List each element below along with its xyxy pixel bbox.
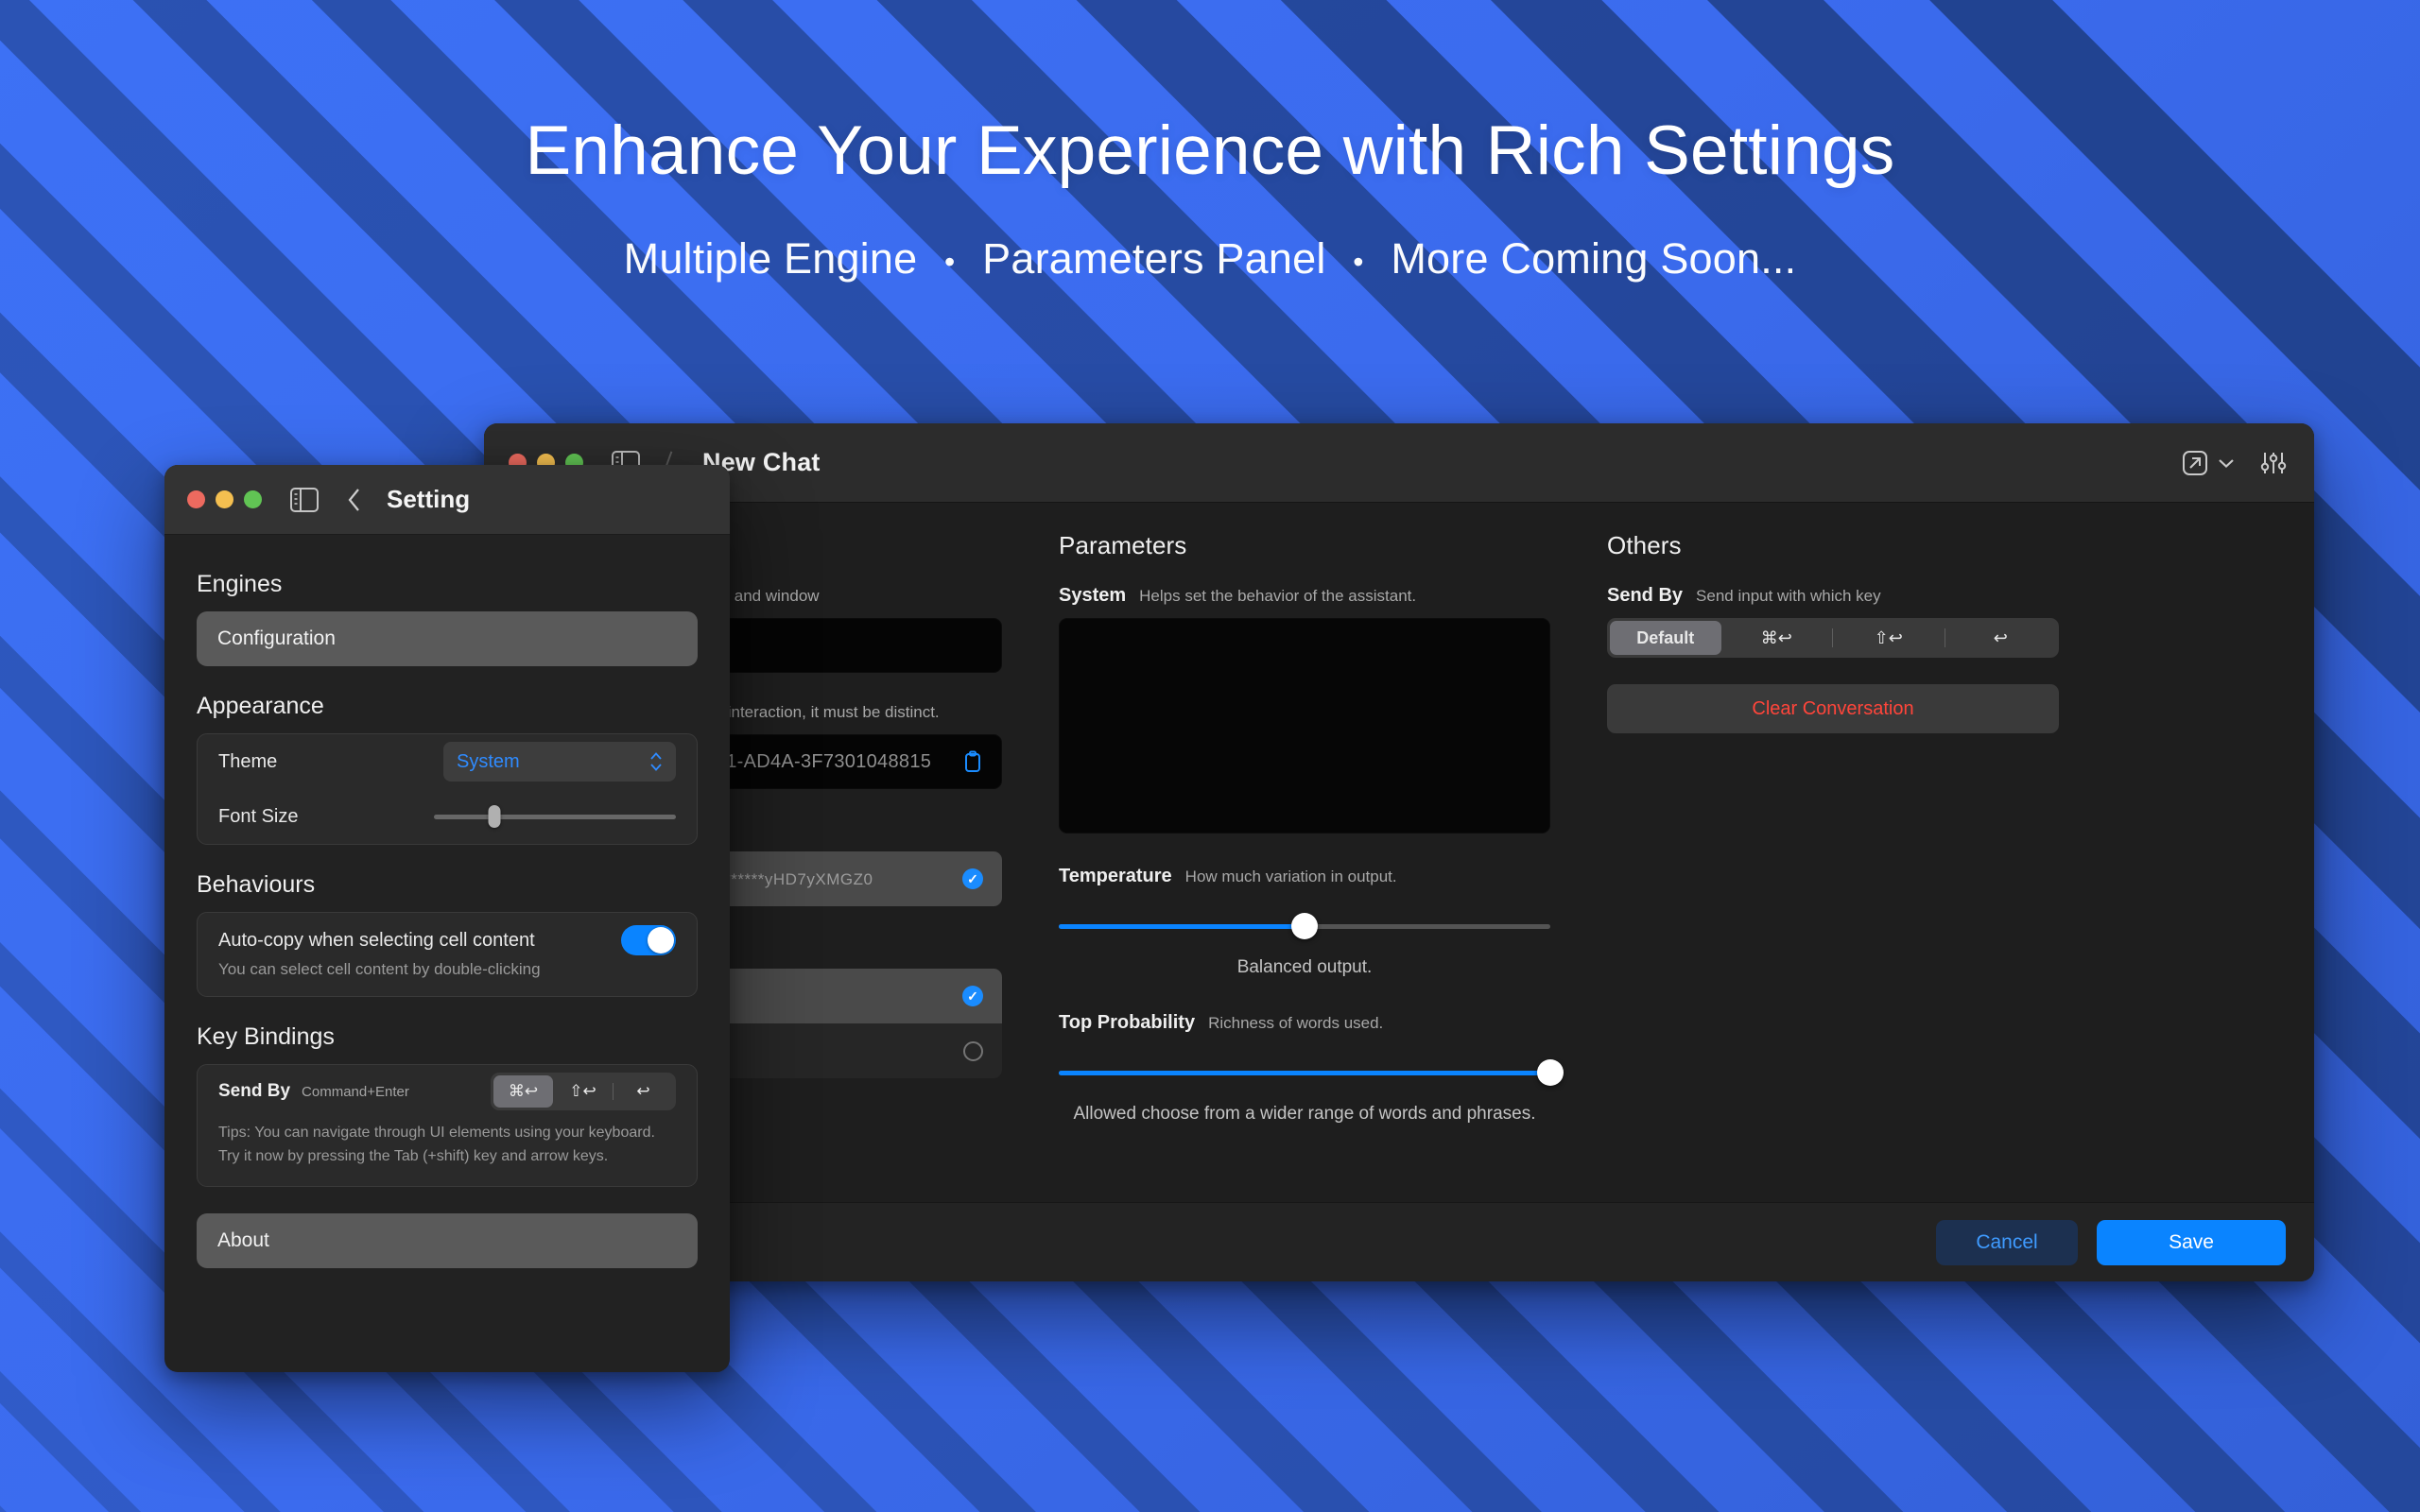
sendby-field-header: Send By Send input with which key — [1607, 585, 2059, 607]
theme-row: Theme System — [218, 734, 676, 789]
others-heading: Others — [1607, 531, 1682, 559]
key-bindings-tips: Tips: You can navigate through UI elemen… — [218, 1118, 676, 1186]
topprob-field-header: Top Probability Richness of words used. — [1059, 1012, 1550, 1034]
behaviours-card: Auto-copy when selecting cell content Yo… — [197, 912, 698, 997]
system-field-header: System Helps set the behavior of the ass… — [1059, 585, 1550, 607]
send-by-label: Send By — [1607, 585, 1684, 606]
top-probability-caption: Allowed choose from a wider range of wor… — [1073, 1104, 1536, 1124]
chat-window: New Chat and window Used for inter-appli… — [484, 423, 2314, 1281]
parameters-column: Parameters System Helps set the behavior… — [1030, 531, 1579, 1230]
top-probability-slider-thumb[interactable] — [1537, 1059, 1564, 1086]
temperature-slider[interactable] — [1059, 912, 1550, 940]
tips-line-1: Tips: You can navigate through UI elemen… — [218, 1125, 655, 1141]
clear-conversation-button[interactable]: Clear Conversation — [1607, 684, 2059, 733]
appearance-heading: Appearance — [197, 693, 324, 719]
sidebar-toggle-icon[interactable] — [290, 487, 319, 512]
auto-copy-description: You can select cell content by double-cl… — [218, 960, 541, 978]
sliders-icon — [2260, 452, 2287, 473]
chat-titlebar: New Chat — [484, 423, 2314, 503]
temperature-caption: Balanced output. — [1236, 957, 1373, 977]
chevron-left-icon — [348, 488, 359, 511]
share-export-icon — [2183, 450, 2207, 475]
system-label: System — [1059, 585, 1127, 606]
temperature-hint: How much variation in output. — [1184, 868, 1397, 885]
send-by-segmented-control[interactable]: Default ⌘↩ ⇧↩ ↩ — [1607, 618, 2059, 658]
send-by-option-shift-enter[interactable]: ⇧↩ — [1833, 621, 1945, 655]
font-size-slider[interactable] — [434, 804, 676, 829]
behaviours-heading: Behaviours — [197, 871, 316, 898]
auto-copy-toggle[interactable] — [621, 925, 676, 955]
send-by-option-shift-enter[interactable]: ⇧↩ — [553, 1075, 613, 1108]
window-controls — [187, 490, 262, 508]
parameters-heading: Parameters — [1059, 531, 1187, 559]
setting-titlebar: Setting — [164, 465, 730, 535]
others-column: Others Send By Send input with which key… — [1579, 531, 2087, 1230]
system-hint: Helps set the behavior of the assistant. — [1139, 587, 1417, 605]
share-export-button[interactable] — [2182, 450, 2235, 476]
temperature-label: Temperature — [1059, 866, 1172, 886]
back-button[interactable] — [347, 487, 362, 513]
top-probability-hint: Richness of words used. — [1208, 1014, 1384, 1032]
temperature-field-header: Temperature How much variation in output… — [1059, 866, 1550, 887]
engines-heading: Engines — [197, 571, 283, 597]
chat-toolbar — [2182, 423, 2288, 502]
key-bindings-segmented-control[interactable]: ⌘↩ ⇧↩ ↩ — [491, 1073, 676, 1110]
top-probability-slider-fill — [1059, 1071, 1550, 1075]
model-selected-icon: ✓ — [962, 986, 983, 1006]
auto-copy-label: Auto-copy when selecting cell content — [218, 929, 535, 951]
font-size-label: Font Size — [218, 805, 299, 827]
setting-title: Setting — [387, 485, 471, 513]
send-by-hint: Send input with which key — [1696, 587, 1881, 605]
send-by-option-default[interactable]: Default — [1610, 621, 1721, 655]
parameters-panel-button[interactable] — [2259, 450, 2288, 476]
chat-footer: Cancel Save — [484, 1202, 2314, 1281]
close-button[interactable] — [187, 490, 205, 508]
model-unselected-icon — [963, 1040, 983, 1061]
font-size-slider-track — [434, 815, 676, 819]
theme-select[interactable]: System — [443, 742, 676, 782]
configuration-button[interactable]: Configuration — [197, 611, 698, 666]
tips-line-2: Try it now by pressing the Tab (+shift) … — [218, 1147, 609, 1164]
key-bindings-card: Send By Command+Enter ⌘↩ ⇧↩ ↩ Tips: You … — [197, 1064, 698, 1187]
setting-window: Setting Engines Configuration Appearance… — [164, 465, 730, 1372]
theme-label: Theme — [218, 750, 278, 772]
send-by-option-enter[interactable]: ↩ — [1945, 621, 2057, 655]
engine-selected-icon: ✓ — [962, 868, 983, 889]
chevron-down-icon — [2219, 458, 2234, 468]
send-by-label: Send By — [218, 1081, 291, 1101]
send-by-option-enter[interactable]: ↩ — [614, 1075, 673, 1108]
chat-settings-body: Basic Info Name The title display in lis… — [484, 503, 2314, 1230]
setting-body: Engines Configuration Appearance Theme S… — [164, 535, 730, 1291]
key-bindings-send-by-row: Send By Command+Enter ⌘↩ ⇧↩ ↩ — [218, 1065, 676, 1118]
appearance-card: Theme System Font Size — [197, 733, 698, 845]
font-size-row: Font Size — [218, 789, 676, 844]
key-bindings-heading: Key Bindings — [197, 1023, 335, 1050]
send-by-option-command-enter[interactable]: ⌘↩ — [493, 1075, 553, 1108]
send-by-value: Command+Enter — [302, 1083, 409, 1100]
font-size-slider-thumb[interactable] — [488, 805, 501, 828]
clipboard-icon[interactable] — [963, 750, 982, 773]
save-button[interactable]: Save — [2097, 1219, 2286, 1265]
send-by-option-command-enter[interactable]: ⌘↩ — [1721, 621, 1833, 655]
top-probability-slider[interactable] — [1059, 1058, 1564, 1087]
temperature-slider-thumb[interactable] — [1291, 913, 1318, 939]
system-textarea[interactable] — [1059, 618, 1550, 833]
chevron-up-down-icon — [650, 752, 662, 771]
temperature-slider-fill — [1059, 924, 1305, 929]
theme-value: System — [457, 750, 520, 772]
about-button[interactable]: About — [197, 1212, 698, 1268]
maximize-button[interactable] — [244, 490, 262, 508]
cancel-button[interactable]: Cancel — [1936, 1219, 2078, 1265]
minimize-button[interactable] — [216, 490, 233, 508]
toggle-knob — [648, 927, 674, 954]
top-probability-label: Top Probability — [1059, 1012, 1196, 1033]
